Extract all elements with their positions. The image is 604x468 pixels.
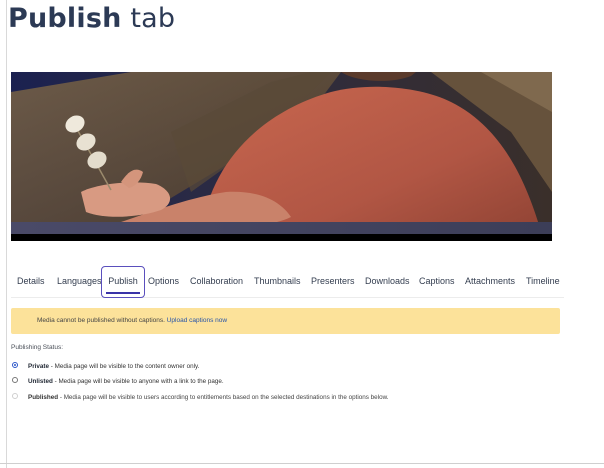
tab-languages[interactable]: Languages xyxy=(57,266,102,296)
page-left-border xyxy=(6,0,7,468)
page-title-bold: Publish xyxy=(8,3,122,34)
active-tab-indicator xyxy=(106,292,140,294)
tab-downloads[interactable]: Downloads xyxy=(365,266,410,296)
option-private-name: Private xyxy=(28,363,50,370)
option-published-desc: - Media page will be visible to users ac… xyxy=(58,394,389,401)
option-unlisted-name: Unlisted xyxy=(28,378,53,385)
tab-captions[interactable]: Captions xyxy=(419,266,455,296)
tab-attachments[interactable]: Attachments xyxy=(465,266,515,296)
publish-option-private[interactable]: Private - Media page will be visible to … xyxy=(12,362,199,372)
media-edit-tabs: Details Languages Publish Options Collab… xyxy=(11,266,564,298)
option-unlisted-desc: - Media page will be visible to anyone w… xyxy=(52,378,224,385)
tab-publish-label: Publish xyxy=(108,276,138,286)
page-title: Publish tab xyxy=(8,2,175,36)
radio-unlisted[interactable] xyxy=(12,377,18,384)
publish-option-unlisted[interactable]: Unlisted - Media page will be visible to… xyxy=(12,377,224,387)
captions-warning-banner: Media cannot be published without captio… xyxy=(11,308,560,334)
warning-message: Media cannot be published without captio… xyxy=(37,308,227,334)
video-thumbnail[interactable] xyxy=(11,72,552,241)
page-title-rest: tab xyxy=(121,3,176,34)
publish-option-published[interactable]: Published - Media page will be visible t… xyxy=(12,393,389,403)
tab-collaboration[interactable]: Collaboration xyxy=(190,266,243,296)
tab-details[interactable]: Details xyxy=(17,266,45,296)
publishing-status-label: Publishing Status: xyxy=(11,344,64,351)
option-private-desc: - Media page will be visible to the cont… xyxy=(49,363,200,370)
tab-presenters[interactable]: Presenters xyxy=(311,266,355,296)
radio-published[interactable] xyxy=(12,393,18,400)
video-frame-image xyxy=(11,72,552,241)
warning-text: Media cannot be published without captio… xyxy=(37,317,165,324)
tab-timeline[interactable]: Timeline xyxy=(526,266,560,296)
tab-publish[interactable]: Publish xyxy=(101,266,145,298)
radio-private[interactable] xyxy=(12,362,18,369)
page-bottom-border xyxy=(0,463,604,464)
option-published-name: Published xyxy=(28,394,59,401)
upload-captions-link[interactable]: Upload captions now xyxy=(167,317,227,324)
tab-options[interactable]: Options xyxy=(148,266,179,296)
tab-thumbnails[interactable]: Thumbnails xyxy=(254,266,301,296)
